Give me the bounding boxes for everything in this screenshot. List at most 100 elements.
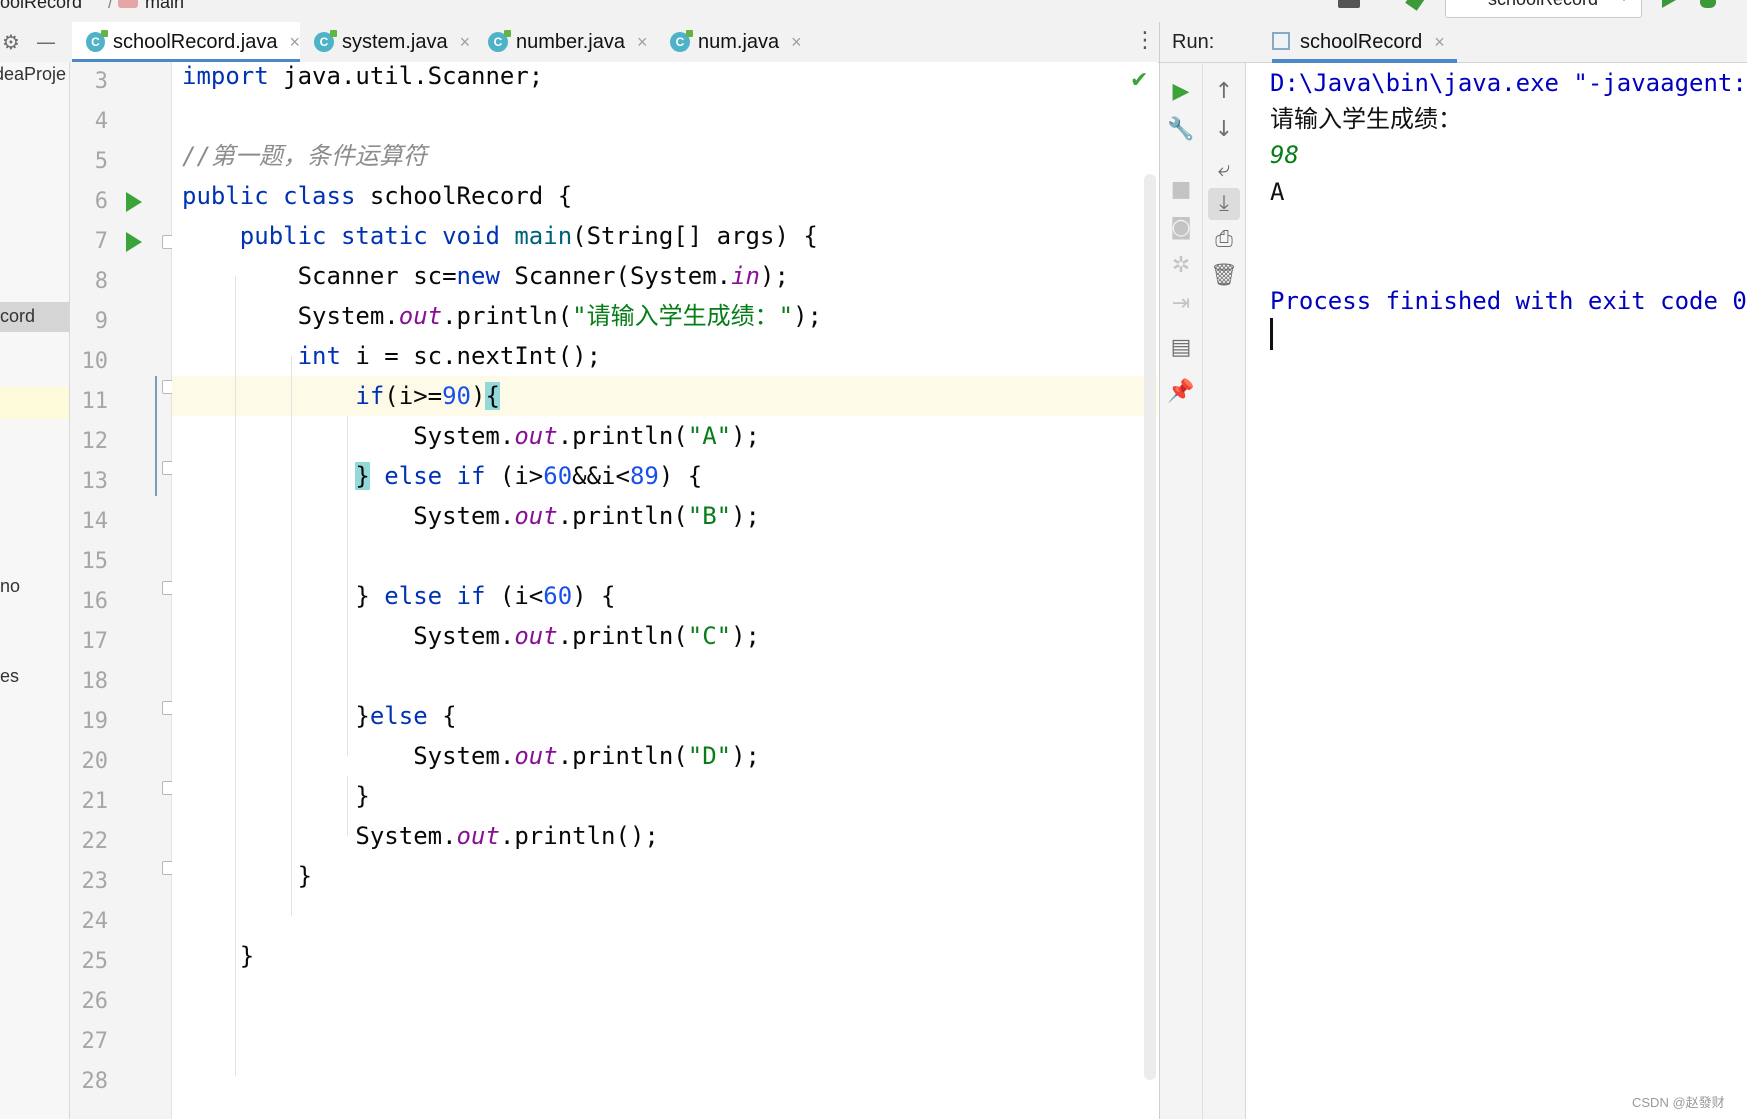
line-number-gutter[interactable]: 3 4 5 6 7 8 9 10 11 12 13 14 15 16 17 18… (70, 62, 176, 1119)
code-text: (i>= (384, 382, 443, 410)
static-field: in (731, 262, 760, 290)
java-class-icon: C (86, 30, 108, 52)
code-text: } (355, 582, 385, 610)
build-hammer-icon[interactable] (1405, 0, 1425, 11)
line-number: 19 (81, 709, 109, 734)
close-icon[interactable]: × (289, 32, 300, 53)
scroll-to-end-icon[interactable]: ⤓ (1203, 187, 1245, 221)
code-text: ) (471, 382, 486, 410)
code-text: System. (355, 822, 457, 850)
minimize-icon[interactable]: — (36, 32, 56, 52)
tree-item[interactable]: es (0, 666, 19, 687)
keyword: public (182, 182, 269, 210)
string-literal: "请输入学生成绩：" (572, 302, 794, 330)
tree-item[interactable]: deaProje (0, 64, 66, 85)
trash-icon[interactable]: 🗑 (1203, 259, 1245, 293)
breadcrumb-file[interactable]: oolRecord (0, 0, 82, 13)
close-icon[interactable]: × (791, 32, 802, 53)
chevron-down-icon (1619, 0, 1629, 1)
line-number: 26 (81, 989, 109, 1014)
tree-item-selected[interactable]: cord (0, 306, 35, 327)
console-output[interactable]: D:\Java\bin\java.exe "-javaagent:D 请输入学生… (1260, 63, 1747, 1063)
console-command-line: D:\Java\bin\java.exe "-javaagent:D (1270, 69, 1747, 97)
run-header: Run: schoolRecord × (1160, 22, 1747, 63)
more-tabs-icon[interactable]: ⋮ (1134, 30, 1156, 52)
line-number: 16 (81, 589, 109, 614)
line-number: 10 (81, 349, 109, 374)
code-line: } (182, 776, 369, 816)
close-icon[interactable]: × (1434, 32, 1445, 53)
vcs-change-marker[interactable] (155, 376, 157, 496)
breadcrumb-method[interactable]: main (145, 0, 184, 13)
keyword: else (369, 702, 428, 730)
console-prompt: 请输入学生成绩： (1270, 105, 1462, 133)
code-line: public static void main(String[] args) { (182, 216, 818, 256)
debug-icon[interactable] (1700, 0, 1716, 8)
arrow-down-icon[interactable]: ↓ (1203, 113, 1245, 147)
method-name: main (514, 222, 573, 250)
project-tree: deaProje cord no es (0, 62, 70, 1119)
code-text: (i< (485, 582, 544, 610)
code-text: .println( (557, 742, 688, 770)
code-text: } (355, 702, 370, 730)
line-number: 17 (81, 629, 109, 654)
debug-settings-icon[interactable]: ✲ (1160, 249, 1202, 283)
close-icon[interactable]: × (460, 32, 471, 53)
rerun-icon[interactable]: ▶ (1160, 75, 1202, 109)
editor-tab-bar: ⚙ — C schoolRecord.java × C system.java … (0, 22, 1160, 63)
code-text: } (239, 942, 255, 970)
tab-num-java[interactable]: C num.java × (670, 22, 802, 62)
keyword: new (456, 262, 500, 290)
close-icon[interactable]: × (637, 32, 648, 53)
run-class-icon[interactable] (126, 192, 142, 212)
console-user-input: 98 (1270, 141, 1299, 169)
line-number: 9 (94, 309, 108, 334)
gear-icon[interactable]: ⚙ (2, 32, 20, 52)
number-literal: 89 (629, 462, 659, 490)
java-class-icon: C (670, 30, 693, 52)
stop-icon[interactable]: ■ (1160, 173, 1202, 207)
code-text: java.util.Scanner; (268, 62, 544, 90)
layout-icon[interactable]: ▤ (1160, 331, 1202, 365)
code-text: System. (297, 302, 399, 330)
editor-scrollbar[interactable] (1144, 174, 1156, 1080)
static-field: out (514, 622, 558, 650)
code-text: &&i< (572, 462, 630, 490)
pin-icon[interactable]: 📌 (1160, 375, 1202, 409)
print-icon[interactable]: ⎙ (1203, 223, 1245, 257)
login-icon[interactable]: ⇥ (1160, 287, 1202, 321)
tab-run-schoolrecord[interactable]: schoolRecord × (1222, 22, 1457, 63)
number-literal: 60 (543, 582, 573, 610)
line-number: 18 (81, 669, 109, 694)
user-icon[interactable] (1338, 0, 1360, 8)
code-line: //第一题，条件运算符 (182, 136, 427, 176)
run-configuration-select[interactable]: schoolRecord (1445, 0, 1642, 18)
tab-system-java[interactable]: C system.java × (314, 22, 470, 62)
static-field: out (514, 502, 558, 530)
soft-wrap-icon[interactable]: ⤶ (1203, 153, 1245, 187)
string-literal: "C" (687, 622, 732, 650)
code-line: System.out.println("A"); (182, 416, 760, 456)
tree-item[interactable]: no (0, 576, 20, 597)
tab-schoolrecord-java[interactable]: C schoolRecord.java × (72, 22, 300, 63)
breadcrumb-separator: / (108, 0, 114, 12)
wrench-icon[interactable]: 🔧 (1160, 113, 1202, 147)
tab-number-java[interactable]: C number.java × (488, 22, 647, 62)
code-line: }else { (182, 696, 456, 736)
java-class-icon: C (488, 30, 511, 52)
code-text: ); (731, 502, 761, 530)
code-line: } (182, 856, 312, 896)
code-text: ); (731, 622, 761, 650)
code-editor[interactable]: import java.util.Scanner; //第一题，条件运算符 pu… (172, 62, 1158, 1119)
run-icon[interactable] (1662, 0, 1676, 8)
code-line: import java.util.Scanner; (182, 62, 543, 96)
line-number: 6 (94, 189, 108, 214)
run-main-icon[interactable] (126, 232, 142, 252)
camera-icon[interactable]: ◙ (1160, 211, 1202, 245)
keyword: else if (384, 462, 486, 490)
console-output-line: A (1270, 178, 1285, 206)
arrow-up-icon[interactable]: ↑ (1203, 75, 1245, 109)
console-exit-message: Process finished with exit code 0 (1270, 287, 1747, 315)
line-number: 21 (81, 789, 109, 814)
inspection-ok-icon[interactable]: ✔ (1130, 68, 1148, 93)
